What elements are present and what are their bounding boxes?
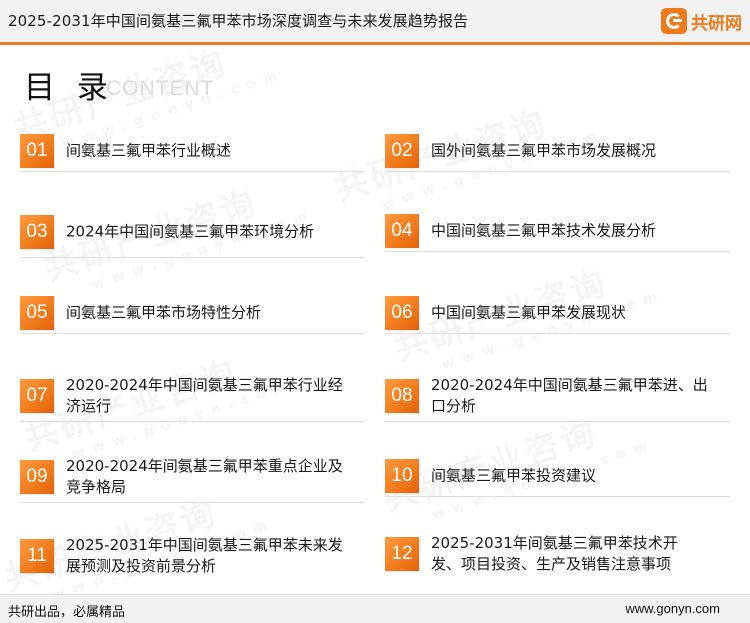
toc-item-number: 05 <box>20 296 54 330</box>
toc-item-number: 04 <box>385 214 419 248</box>
toc-item-01[interactable]: 01 间氨基三氟甲苯行业概述 <box>20 130 365 172</box>
toc-item-04[interactable]: 04 中国间氨基三氟甲苯技术发展分析 <box>385 210 730 252</box>
divider <box>385 251 730 252</box>
toc-item-07[interactable]: 07 2020-2024年中国间氨基三氟甲苯行业经济运行 <box>20 370 365 422</box>
logo-text: 共研网 <box>691 13 742 34</box>
divider <box>20 421 365 422</box>
toc-item-11[interactable]: 11 2025-2031年中国间氨基三氟甲苯未来发展预测及投资前景分析 <box>20 530 365 582</box>
brand-logo: 共研网 <box>661 7 742 35</box>
toc-item-title: 2020-2024年中国间氨基三氟甲苯行业经济运行 <box>66 376 343 415</box>
toc-item-title: 间氨基三氟甲苯市场特性分析 <box>66 303 262 322</box>
toc-item-03[interactable]: 03 2024年中国间氨基三氟甲苯环境分析 <box>20 206 365 258</box>
toc-item-number: 01 <box>20 134 54 168</box>
toc-item-08[interactable]: 08 2020-2024年中国间氨基三氟甲苯进、出口分析 <box>385 370 730 422</box>
divider <box>385 333 730 334</box>
toc-item-number: 08 <box>385 379 419 413</box>
toc-item-12[interactable]: 12 2025-2031年间氨基三氟甲苯技术开发、项目投资、生产及销售注意事项 <box>385 522 730 586</box>
divider <box>385 171 730 172</box>
toc-item-number: 11 <box>20 539 54 573</box>
toc-item-number: 09 <box>20 460 54 494</box>
toc-item-06[interactable]: 06 中国间氨基三氟甲苯发展现状 <box>385 292 730 334</box>
toc-item-title: 2024年中国间氨基三氟甲苯环境分析 <box>66 222 315 241</box>
toc-item-number: 10 <box>385 459 419 493</box>
toc-heading-en: CONTENT <box>106 77 215 100</box>
toc-heading: 目 录 CONTENT <box>24 68 214 108</box>
toc-item-number: 06 <box>385 296 419 330</box>
logo-icon <box>661 8 687 34</box>
footer-bar: 共研出品，必属精品 www.gonyn.com <box>0 594 750 623</box>
toc-item-number: 12 <box>385 537 419 571</box>
toc-item-title: 2025-2031年中国间氨基三氟甲苯未来发展预测及投资前景分析 <box>66 536 343 575</box>
toc-item-title: 2020-2024年间氨基三氟甲苯重点企业及竞争格局 <box>66 457 343 496</box>
divider <box>20 171 365 172</box>
toc-item-title: 中国间氨基三氟甲苯技术发展分析 <box>431 221 657 240</box>
divider <box>385 421 730 422</box>
divider <box>20 257 365 258</box>
footer-slogan: 共研出品，必属精品 <box>8 605 126 620</box>
title-bar: 2025-2031年中国间氨基三氟甲苯市场深度调查与未来发展趋势报告 共研网 <box>0 0 750 45</box>
toc-item-02[interactable]: 02 国外间氨基三氟甲苯市场发展概况 <box>385 130 730 172</box>
document-title: 2025-2031年中国间氨基三氟甲苯市场深度调查与未来发展趋势报告 <box>8 12 469 30</box>
toc-item-09[interactable]: 09 2020-2024年间氨基三氟甲苯重点企业及竞争格局 <box>20 451 365 503</box>
toc-item-05[interactable]: 05 间氨基三氟甲苯市场特性分析 <box>20 292 365 334</box>
toc-item-title: 间氨基三氟甲苯投资建议 <box>431 466 597 485</box>
toc-item-number: 03 <box>20 215 54 249</box>
toc-item-title: 2020-2024年中国间氨基三氟甲苯进、出口分析 <box>431 376 708 415</box>
divider <box>20 333 365 334</box>
toc-item-title: 中国间氨基三氟甲苯发展现状 <box>431 303 627 322</box>
toc-heading-cn: 目 录 <box>24 70 114 106</box>
toc-item-10[interactable]: 10 间氨基三氟甲苯投资建议 <box>385 455 730 497</box>
toc-item-title: 间氨基三氟甲苯行业概述 <box>66 141 232 160</box>
divider <box>385 496 730 497</box>
toc-item-number: 07 <box>20 379 54 413</box>
toc-item-number: 02 <box>385 134 419 168</box>
toc-item-title: 2025-2031年间氨基三氟甲苯技术开发、项目投资、生产及销售注意事项 <box>431 534 678 573</box>
toc-item-title: 国外间氨基三氟甲苯市场发展概况 <box>431 141 657 160</box>
divider <box>20 502 365 503</box>
footer-website[interactable]: www.gonyn.com <box>625 601 720 616</box>
